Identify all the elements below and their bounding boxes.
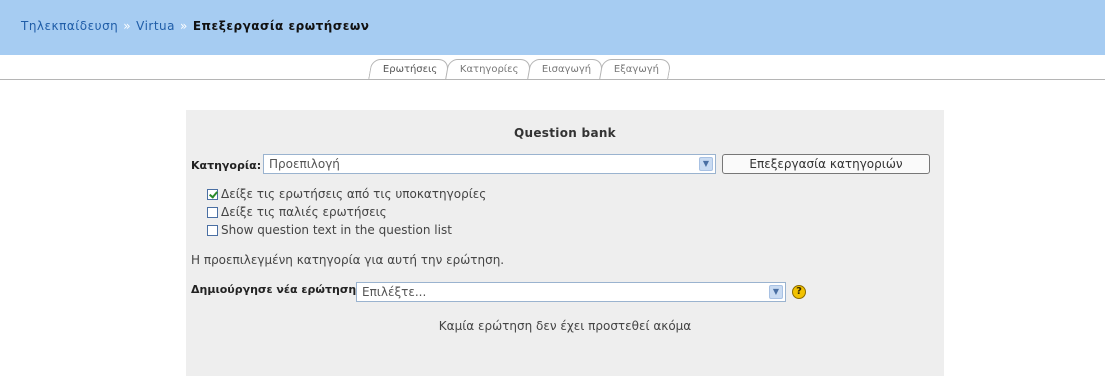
empty-message: Καμία ερώτηση δεν έχει προστεθεί ακόμα — [438, 319, 692, 333]
tab-import[interactable]: Εισαγωγή — [527, 59, 604, 79]
show-question-text-label: Show question text in the question list — [221, 223, 452, 237]
breadcrumb-separator: » — [180, 19, 188, 33]
show-subcategories-checkbox[interactable] — [207, 188, 218, 200]
chevron-down-icon[interactable]: ▼ — [769, 285, 783, 299]
panel-title: Question bank — [514, 126, 616, 140]
breadcrumb-separator: » — [123, 19, 132, 33]
breadcrumb-link-course[interactable]: Virtua — [136, 19, 175, 33]
tabs: Ερωτήσεις Κατηγορίες Εισαγωγή Εξαγωγή — [368, 59, 672, 79]
option-show-subcategories: Δείξε τις ερωτήσεις από τις υποκατηγορίε… — [207, 187, 486, 201]
create-question-select-value: Επιλέξτε... — [362, 285, 427, 299]
category-select[interactable]: Προεπιλογή ▼ — [263, 154, 716, 174]
question-bank-panel: Question bank Κατηγορία: Προεπιλογή ▼ Επ… — [186, 110, 944, 376]
tab-export[interactable]: Εξαγωγή — [599, 59, 672, 79]
option-show-text: Show question text in the question list — [207, 223, 452, 237]
chevron-down-icon[interactable]: ▼ — [699, 157, 713, 171]
default-category-note: Η προεπιλεγμένη κατηγορία για αυτή την ε… — [191, 253, 505, 267]
breadcrumb: Τηλεκπαίδευση » Virtua » Επεξεργασία ερωτήσε… — [21, 19, 369, 33]
tab-categories[interactable]: Κατηγορίες — [445, 59, 532, 79]
breadcrumb-link-home[interactable]: Τηλεκπαίδευση — [21, 19, 118, 33]
breadcrumb-current: Επεξεργασία ερωτήσεων — [192, 19, 370, 33]
edit-categories-button[interactable]: Επεξεργασία κατηγοριών — [722, 154, 930, 174]
show-old-checkbox[interactable] — [207, 206, 218, 218]
create-question-label: Δημιούργησε νέα ερώτηση: — [191, 283, 361, 296]
create-question-select[interactable]: Επιλέξτε... ▼ — [356, 282, 786, 302]
option-show-old: Δείξε τις παλιές ερωτήσεις — [207, 205, 387, 219]
navbar: Τηλεκπαίδευση » Virtua » Επεξεργασία ερωτήσε… — [0, 0, 1105, 55]
tab-questions[interactable]: Ερωτήσεις — [368, 59, 451, 79]
help-icon[interactable]: ? — [792, 285, 806, 299]
category-label: Κατηγορία: — [191, 159, 262, 172]
tab-row: Ερωτήσεις Κατηγορίες Εισαγωγή Εξαγωγή — [0, 54, 1105, 80]
show-question-text-checkbox[interactable] — [207, 224, 218, 236]
show-subcategories-label: Δείξε τις ερωτήσεις από τις υποκατηγορίε… — [221, 187, 487, 201]
show-old-label: Δείξε τις παλιές ερωτήσεις — [221, 205, 387, 219]
category-select-value: Προεπιλογή — [269, 157, 340, 171]
